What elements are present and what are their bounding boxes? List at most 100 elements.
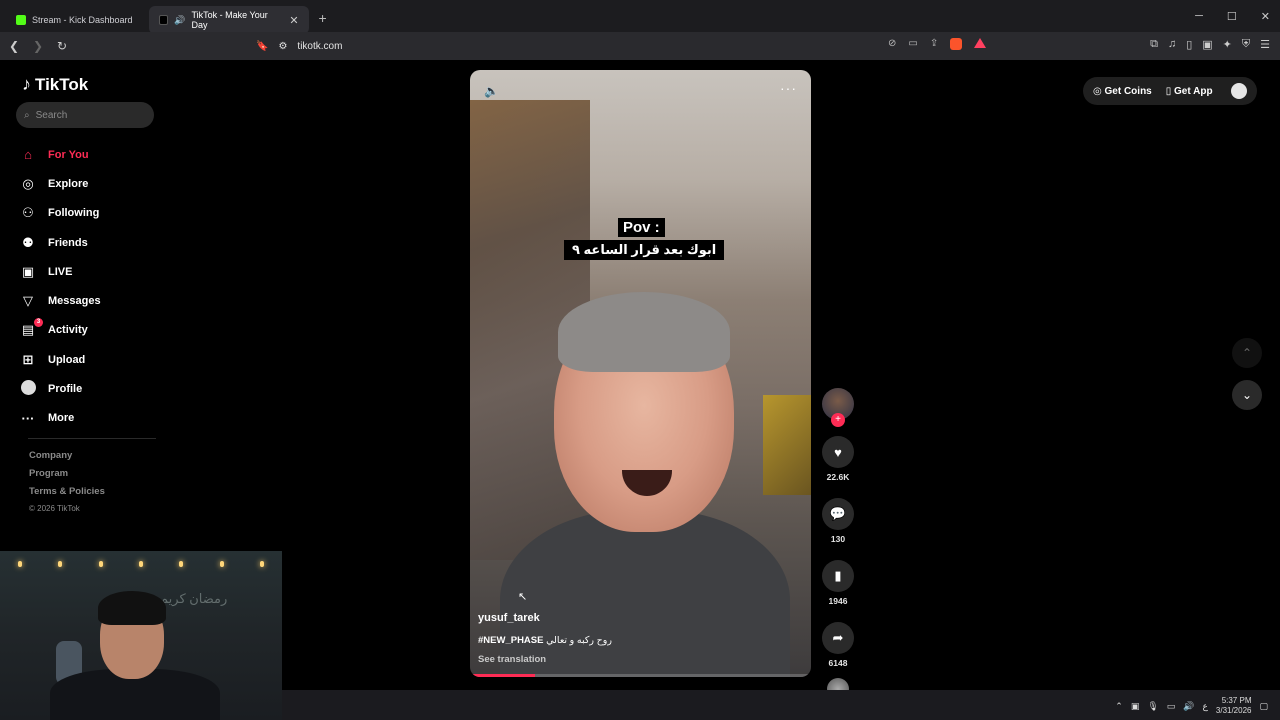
no-tracking-icon[interactable]: ⊘ — [888, 38, 896, 50]
tab-tiktok[interactable]: 🔊 TikTok - Make Your Day ✕ — [148, 6, 309, 34]
reload-button[interactable]: ↻ — [52, 39, 72, 53]
sidebar-item-explore[interactable]: ◎ Explore — [20, 169, 160, 198]
brave-rewards-icon[interactable] — [974, 38, 987, 48]
close-tab-icon[interactable]: ✕ — [289, 14, 298, 27]
get-coins-button[interactable]: ◎ Get Coins — [1093, 86, 1152, 97]
forward-button[interactable]: ❯ — [28, 39, 48, 53]
speaker-icon: 🔊 — [174, 14, 186, 25]
sidebar-item-profile[interactable]: Profile — [20, 374, 160, 403]
sidebar-menu: ⌂ For You ◎ Explore ⚇ Following ⚉ Friend… — [20, 140, 160, 433]
comment-button[interactable]: 💬 — [822, 498, 854, 530]
back-button[interactable]: ❮ — [4, 39, 24, 53]
header-actions: ◎ Get Coins ▯ Get App — [1083, 77, 1257, 105]
sidebar-item-for-you[interactable]: ⌂ For You — [20, 140, 160, 169]
video-description-text: روح ركبه و تعالي — [546, 635, 612, 646]
footer-copyright: © 2026 TikTok — [29, 504, 80, 513]
creator-avatar[interactable]: + — [822, 388, 854, 427]
live-icon: ▣ — [21, 263, 35, 279]
mouse-cursor-icon: ↖ — [518, 591, 528, 603]
video-caption-line1: Pov : — [618, 218, 665, 237]
volume-tray-icon[interactable]: 🔊 — [1183, 701, 1194, 712]
wallet-icon[interactable]: ▣ — [1202, 38, 1212, 51]
bookmark-icon[interactable]: 🔖 — [256, 41, 268, 52]
menu-icon[interactable]: ☰ — [1260, 38, 1270, 51]
save-button[interactable]: ▮ — [822, 560, 854, 592]
next-video-button[interactable]: ⌄ — [1232, 380, 1262, 410]
screenshot-icon[interactable]: ⧉ — [1150, 38, 1158, 51]
sidebar-icon[interactable]: ▯ — [1186, 38, 1192, 51]
video-caption-line2: ابوك بعد قرار الساعه ٩ — [564, 240, 725, 260]
video-progress-bar[interactable] — [470, 674, 811, 677]
microphone-icon[interactable]: 🎙 — [1147, 701, 1158, 712]
activity-badge: 3 — [34, 317, 43, 327]
footer-program-link[interactable]: Program — [29, 468, 105, 486]
get-app-button[interactable]: ▯ Get App — [1166, 86, 1213, 97]
footer-terms-link[interactable]: Terms & Policies — [29, 486, 105, 504]
tray-chevron-icon[interactable]: ⌃ — [1115, 701, 1123, 712]
network-icon[interactable]: ▭ — [1167, 701, 1176, 712]
share-icon[interactable]: ⇪ — [930, 38, 938, 50]
brave-shields-icon[interactable] — [950, 38, 963, 50]
upload-icon: ⊞ — [22, 351, 34, 367]
tiktok-logo[interactable]: ♪ TikTok — [22, 74, 88, 95]
previous-video-button[interactable]: ⌃ — [1232, 338, 1262, 368]
tray-app-icon[interactable]: ▣ — [1131, 701, 1140, 712]
comment-count: 130 — [830, 534, 846, 544]
see-translation-button[interactable]: See translation — [478, 654, 546, 665]
tab-title: TikTok - Make Your Day — [191, 10, 268, 30]
language-indicator[interactable]: ع — [1203, 701, 1208, 712]
music-icon[interactable]: ♫ — [1168, 38, 1176, 51]
sidebar-item-live[interactable]: ▣ LIVE — [20, 257, 160, 286]
site-settings-icon[interactable]: ⚙ — [278, 41, 287, 52]
sidebar-item-friends[interactable]: ⚉ Friends — [20, 228, 160, 257]
vpn-icon[interactable]: ⛨ — [1242, 38, 1250, 51]
search-placeholder: Search — [35, 109, 68, 121]
sidebar-item-more[interactable]: ··· More — [20, 404, 160, 433]
video-actions: + ♥ 22.6K 💬 130 ▮ 1946 ➦ 6148 — [820, 388, 856, 700]
more-icon: ··· — [21, 410, 35, 426]
sidebar-item-upload[interactable]: ⊞ Upload — [20, 345, 160, 374]
more-options-icon[interactable]: ··· — [780, 80, 797, 96]
url-field[interactable]: tikotk.com — [297, 41, 342, 52]
maximize-icon[interactable]: ☐ — [1227, 10, 1237, 23]
cast-icon[interactable]: ▭ — [908, 38, 917, 50]
profile-avatar — [20, 380, 36, 398]
like-button[interactable]: ♥ — [822, 436, 854, 468]
webcam-overlay: رمضان كريم — [0, 551, 282, 720]
search-icon: ⌕ — [24, 109, 30, 121]
video-scene-hair — [558, 292, 730, 372]
profile-avatar-button[interactable] — [1231, 83, 1247, 99]
sidebar-item-messages[interactable]: ▽ Messages — [20, 286, 160, 315]
window-controls: ─ ☐ ✕ — [1195, 10, 1270, 23]
new-tab-button[interactable]: + — [319, 10, 327, 26]
webcam-wall-text: رمضان كريم — [160, 591, 228, 606]
sidebar-divider — [28, 438, 156, 439]
leo-ai-icon[interactable]: ✦ — [1223, 38, 1232, 51]
video-username[interactable]: yusuf_tarek — [478, 612, 540, 624]
notifications-icon[interactable]: ▢ — [1259, 701, 1268, 712]
tab-kick-dashboard[interactable]: Stream - Kick Dashboard — [6, 6, 143, 34]
string-lights — [0, 561, 282, 581]
close-window-icon[interactable]: ✕ — [1261, 10, 1270, 23]
tiktok-note-icon: ♪ — [22, 74, 31, 94]
minimize-icon[interactable]: ─ — [1195, 10, 1203, 23]
browser-tab-bar: Stream - Kick Dashboard 🔊 TikTok - Make … — [0, 0, 1280, 36]
sidebar-item-following[interactable]: ⚇ Following — [20, 199, 160, 228]
tab-title: Stream - Kick Dashboard — [32, 15, 133, 25]
comment-icon: 💬 — [829, 506, 847, 521]
share-arrow-icon: ➦ — [832, 630, 844, 645]
follow-plus-icon[interactable]: + — [831, 413, 845, 427]
sidebar-footer: Company Program Terms & Policies © 2026 … — [29, 450, 105, 522]
video-player[interactable]: 🔈 ··· Pov : ابوك بعد قرار الساعه ٩ ↖ yus… — [470, 70, 811, 677]
video-hashtag[interactable]: #NEW_PHASE — [478, 635, 543, 646]
search-input[interactable]: ⌕ Search — [16, 102, 154, 128]
video-progress-fill — [470, 674, 535, 677]
volume-icon[interactable]: 🔈 — [484, 84, 499, 98]
sidebar-item-activity[interactable]: ▤ 3 Activity — [20, 316, 160, 345]
address-bar: ❮ ❯ ↻ 🔖 ⚙ tikotk.com ⊘ ▭ ⇪ ⧉ ♫ ▯ ▣ ✦ ⛨ ☰ — [0, 32, 1280, 60]
footer-company-link[interactable]: Company — [29, 450, 105, 468]
share-button[interactable]: ➦ — [822, 622, 854, 654]
clock[interactable]: 5:37 PM 3/31/2026 — [1216, 696, 1252, 716]
video-description: #NEW_PHASE روح ركبه و تعالي — [478, 635, 612, 646]
share-count: 6148 — [828, 658, 848, 668]
